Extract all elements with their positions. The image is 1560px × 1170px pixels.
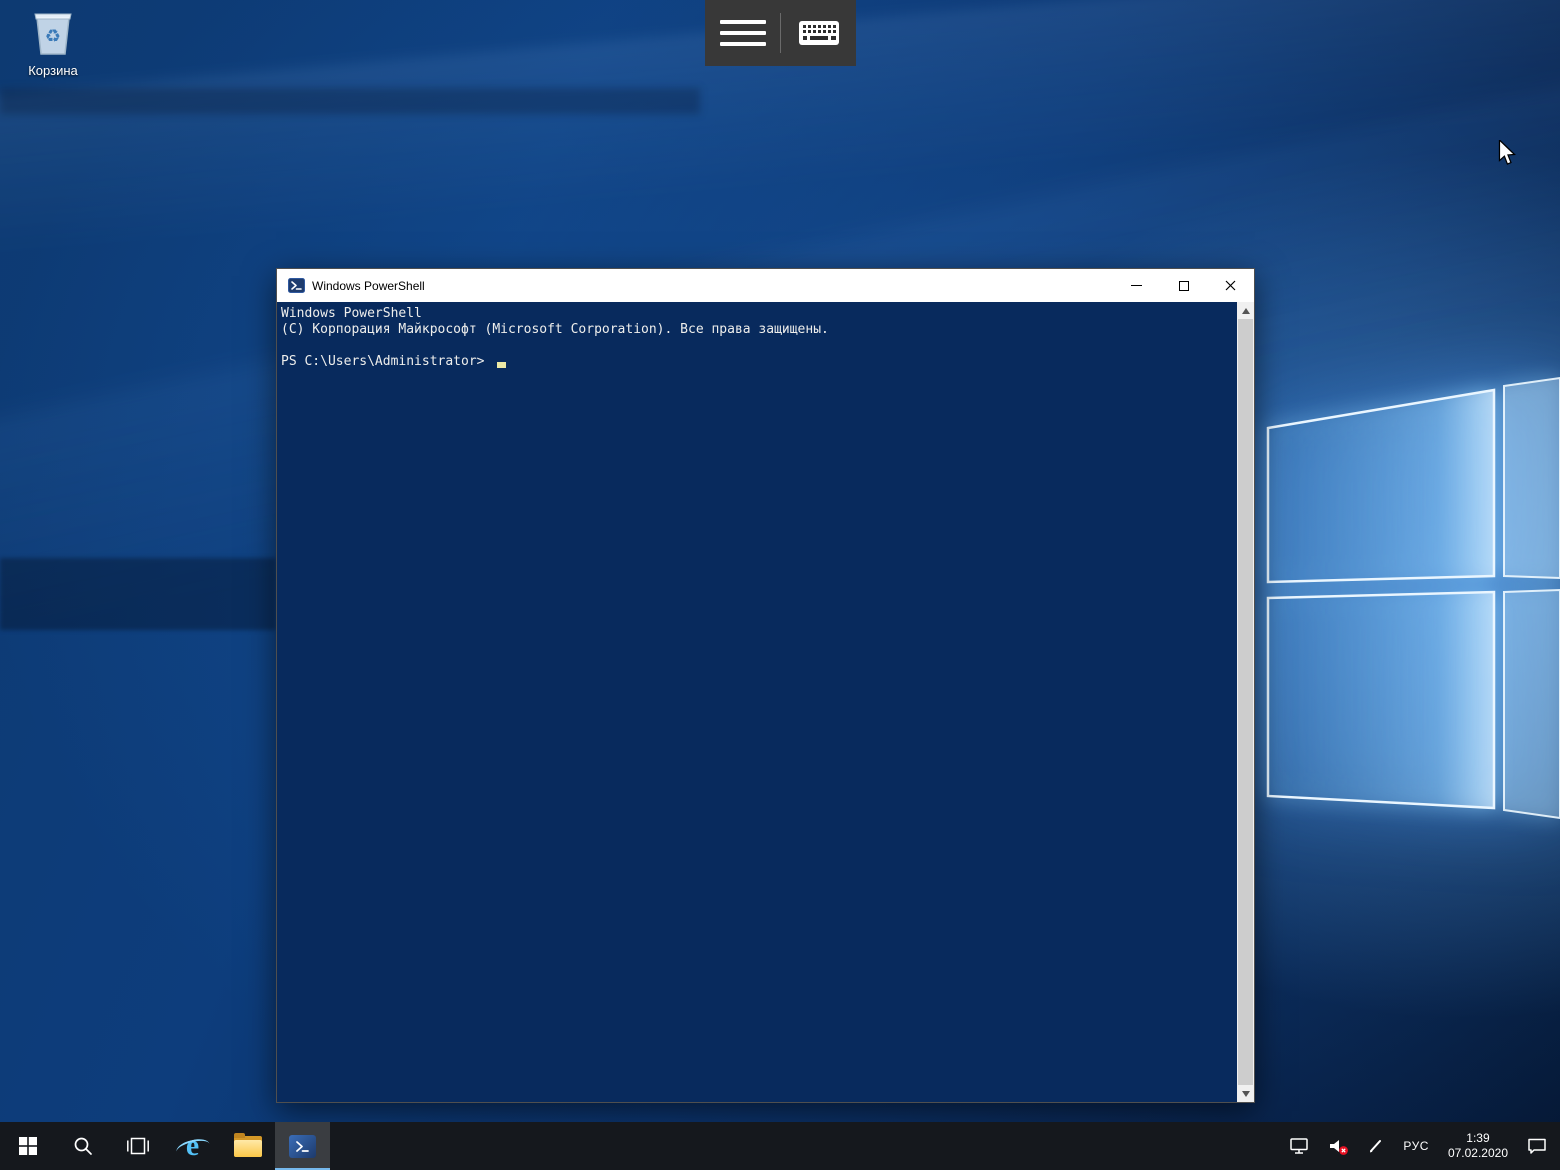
keyboard-toggle-button[interactable] (781, 0, 856, 66)
hamburger-menu-icon (720, 13, 766, 53)
language-indicator[interactable]: РУС (1396, 1122, 1436, 1170)
minimize-button[interactable] (1113, 269, 1160, 302)
volume-button[interactable] (1321, 1122, 1356, 1170)
windows-logo-wallpaper (1256, 376, 1560, 832)
taskbar-search-button[interactable] (55, 1122, 110, 1170)
maximize-icon (1179, 281, 1189, 291)
pen-icon (1367, 1137, 1385, 1155)
console-scrollbar[interactable] (1237, 302, 1254, 1102)
search-icon (73, 1136, 93, 1156)
volume-muted-icon (1328, 1137, 1349, 1156)
network-status-button[interactable] (1283, 1122, 1317, 1170)
clock-date: 07.02.2020 (1448, 1146, 1508, 1161)
console-blank-line (281, 338, 1234, 354)
powershell-icon (289, 1135, 316, 1158)
clock-time: 1:39 (1448, 1131, 1508, 1146)
console-prompt-row: PS C:\Users\Administrator> (281, 354, 1234, 370)
scrollbar-thumb[interactable] (1238, 319, 1253, 1085)
close-button[interactable] (1207, 269, 1254, 302)
console-prompt: PS C:\Users\Administrator> (281, 354, 492, 370)
keyboard-icon (798, 19, 840, 47)
wallpaper-shadow (0, 558, 276, 630)
scroll-down-button[interactable] (1237, 1085, 1254, 1102)
task-view-button[interactable] (110, 1122, 165, 1170)
wallpaper-shadow (0, 88, 700, 114)
window-title: Windows PowerShell (312, 279, 1113, 293)
recycle-bin-icon: ♻ (31, 8, 75, 56)
powershell-icon (288, 277, 305, 294)
arrow-up-icon (1242, 308, 1250, 314)
vm-console-toolbar (705, 0, 856, 66)
action-center-icon (1527, 1137, 1547, 1156)
scroll-up-button[interactable] (1237, 302, 1254, 319)
minimize-icon (1131, 285, 1142, 286)
console-line: (C) Корпорация Майкрософт (Microsoft Cor… (281, 322, 1234, 338)
console-line: Windows PowerShell (281, 306, 1234, 322)
internet-explorer-icon: e (178, 1131, 208, 1161)
file-explorer-button[interactable] (220, 1122, 275, 1170)
arrow-down-icon (1242, 1091, 1250, 1097)
internet-explorer-button[interactable]: e (165, 1122, 220, 1170)
maximize-button[interactable] (1160, 269, 1207, 302)
taskbar-powershell-button[interactable] (275, 1122, 330, 1170)
windows-start-icon (19, 1137, 37, 1155)
recycle-bin[interactable]: ♻ Корзина (14, 8, 92, 78)
menu-toggle-button[interactable] (705, 0, 780, 66)
action-center-button[interactable] (1520, 1122, 1554, 1170)
taskbar: e (0, 1122, 1560, 1170)
console-cursor (497, 362, 506, 368)
taskbar-clock[interactable]: 1:39 07.02.2020 (1440, 1131, 1516, 1161)
file-explorer-icon (234, 1136, 262, 1157)
taskbar-empty-area (330, 1122, 1283, 1170)
network-monitor-icon (1290, 1137, 1310, 1155)
svg-text:♻: ♻ (45, 26, 61, 46)
powershell-window: Windows PowerShell Windows PowerShell (C… (276, 268, 1255, 1103)
pen-workspace-button[interactable] (1360, 1122, 1392, 1170)
task-view-icon (127, 1137, 149, 1155)
console-output-area[interactable]: Windows PowerShell (C) Корпорация Майкро… (277, 302, 1254, 1102)
recycle-bin-label: Корзина (14, 63, 92, 78)
start-button[interactable] (0, 1122, 55, 1170)
mouse-pointer (1497, 140, 1517, 166)
window-titlebar[interactable]: Windows PowerShell (277, 269, 1254, 302)
desktop: ♻ Корзина (0, 0, 1560, 1170)
close-icon (1225, 280, 1236, 291)
